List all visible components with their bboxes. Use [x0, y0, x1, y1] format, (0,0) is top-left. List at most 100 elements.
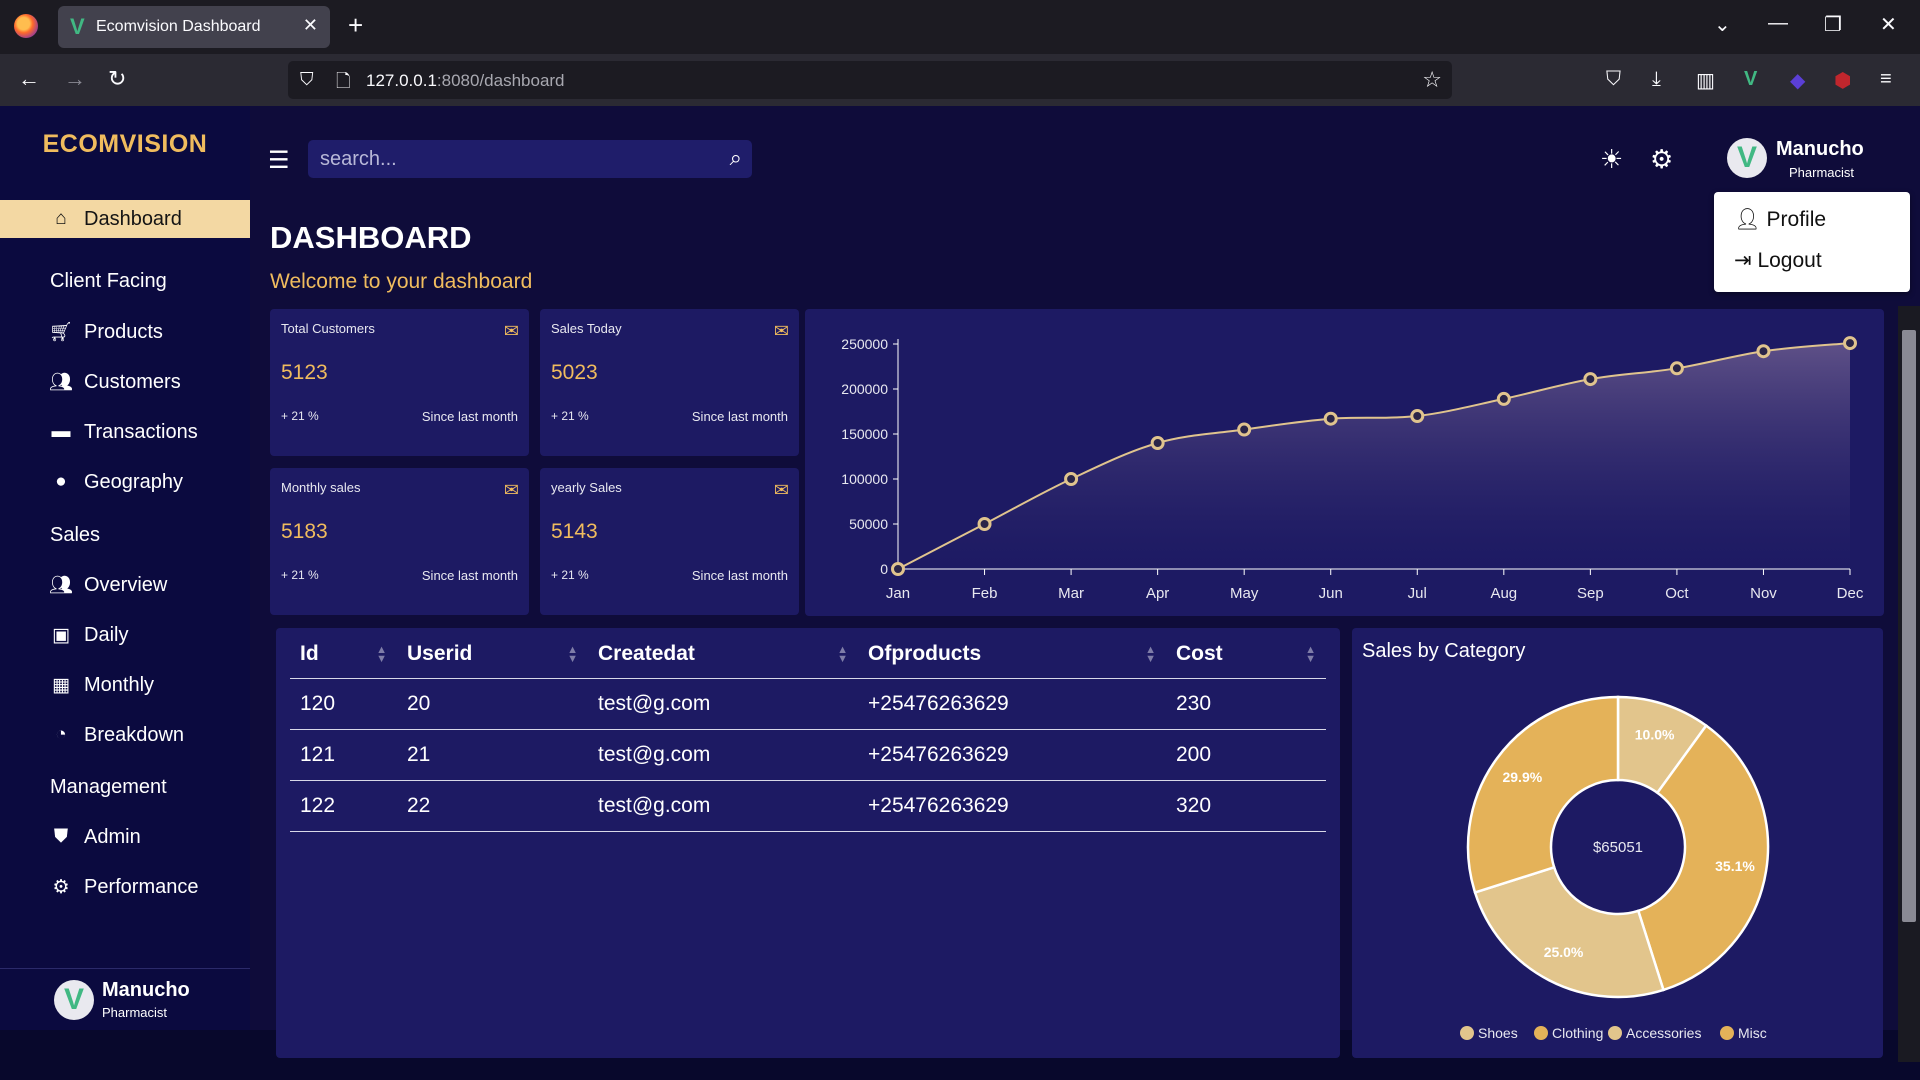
- tab-list-icon[interactable]: ⌄: [1714, 12, 1731, 37]
- sidebar-item-dashboard[interactable]: ⌂ Dashboard: [0, 200, 250, 238]
- stat-value: 5123: [281, 361, 328, 384]
- stat-label: Total Customers: [281, 321, 375, 336]
- menu-item-logout[interactable]: ⇥ Logout: [1734, 248, 1822, 273]
- legend-swatch: [1534, 1026, 1548, 1040]
- page-info-icon[interactable]: 🗋: [336, 69, 350, 99]
- avatar: V: [1727, 138, 1767, 178]
- tab-title: Ecomvision Dashboard: [96, 18, 261, 35]
- stat-since: Since last month: [691, 568, 788, 583]
- table-cell: 21: [397, 729, 588, 781]
- menu-item-profile[interactable]: 👤︎ Profile: [1734, 208, 1826, 232]
- sort-icon[interactable]: ▲ ▼: [1145, 645, 1156, 665]
- table-cell: 122: [290, 780, 397, 832]
- sidebar-item-performance[interactable]: ⚙ Performance: [0, 868, 250, 906]
- minimize-icon[interactable]: —: [1768, 12, 1788, 35]
- cart-icon: 🛒︎: [48, 322, 74, 343]
- table-cell: test@g.com: [588, 678, 858, 730]
- stat-change: + 21 %: [281, 568, 319, 582]
- app-menu-icon[interactable]: ≡: [1880, 68, 1892, 91]
- stat-label: yearly Sales: [551, 480, 622, 495]
- stat-card-sales-today: Sales Today ✉ 5023 + 21 % Since last mon…: [540, 309, 799, 456]
- table-cell: test@g.com: [588, 780, 858, 832]
- brand-logo[interactable]: ECOMVISION: [0, 130, 250, 159]
- sidebar-item-overview[interactable]: 👥︎ Overview: [0, 566, 250, 604]
- table-row[interactable]: 121 21 test@g.com +25476263629 200: [290, 729, 1326, 781]
- back-icon[interactable]: ←: [18, 66, 40, 92]
- table-row[interactable]: 122 22 test@g.com +25476263629 320: [290, 780, 1326, 832]
- sidebar-item-label: Geography: [84, 470, 183, 493]
- sidebar-item-products[interactable]: 🛒︎ Products: [0, 313, 250, 351]
- bookmark-star-icon[interactable]: ☆: [1422, 67, 1442, 93]
- sales-by-category-card: Sales by Category 10.0% 35.1% 25.0% 29.9% $6…: [1352, 628, 1883, 1058]
- sidebar-item-customers[interactable]: 👥︎ Customers: [0, 363, 250, 401]
- sort-icon[interactable]: ▲ ▼: [1305, 645, 1316, 665]
- restore-icon[interactable]: ❐: [1824, 12, 1842, 37]
- reload-icon[interactable]: ↻: [108, 66, 126, 92]
- chart-area-fill: [898, 343, 1850, 569]
- url-bar[interactable]: ⛉ 🗋 127.0.0.1:8080/dashboard ☆: [288, 61, 1452, 99]
- logout-icon: ⇥: [1734, 249, 1752, 272]
- new-tab-icon[interactable]: +: [348, 10, 363, 41]
- sort-icon[interactable]: ▲ ▼: [837, 645, 848, 665]
- legend-label: Accessories: [1626, 1025, 1701, 1041]
- users-icon: 👥︎: [48, 372, 74, 393]
- user-role: Pharmacist: [102, 1005, 168, 1020]
- library-icon[interactable]: ▥: [1696, 68, 1715, 93]
- vue-devtools-icon[interactable]: V: [1744, 68, 1757, 91]
- sidebar-user[interactable]: V Manucho Pharmacist: [0, 968, 250, 1030]
- firefox-icon[interactable]: [14, 14, 38, 38]
- transactions-table: Id ▲ ▼ Userid ▲ ▼ Createdat ▲ ▼ Ofproducts ▲ ▼ C…: [290, 630, 1326, 832]
- scrollbar-thumb[interactable]: [1902, 330, 1916, 922]
- browser-tab[interactable]: V Ecomvision Dashboard ✕: [58, 6, 330, 48]
- sidebar-item-admin[interactable]: ⛊ Admin: [0, 818, 250, 856]
- sales-line-chart-card: 0 50000 100000 150000 200000 250000 Jan Feb Mar A…: [805, 309, 1884, 616]
- sidebar-item-label: Daily: [84, 623, 129, 646]
- sort-icon[interactable]: ▲ ▼: [376, 645, 387, 665]
- extension-icon[interactable]: ◆: [1790, 68, 1805, 93]
- sidebar-item-label: Breakdown: [84, 723, 185, 746]
- pie-slice-label: 25.0%: [1544, 944, 1584, 960]
- person-icon: 👤︎: [1734, 208, 1761, 231]
- x-tick-label: Jun: [1319, 585, 1343, 602]
- sidebar-item-label: Monthly: [84, 673, 155, 696]
- x-tick-label: Oct: [1665, 585, 1689, 602]
- sidebar-item-breakdown[interactable]: ◔ Breakdown: [0, 716, 250, 754]
- close-tab-icon[interactable]: ✕: [303, 15, 318, 36]
- forward-icon[interactable]: →: [64, 66, 86, 92]
- data-point: [1150, 436, 1165, 450]
- sidebar-item-geography[interactable]: ● Geography: [0, 463, 250, 501]
- y-tick-label: 50000: [849, 516, 888, 532]
- url-text[interactable]: 127.0.0.1:8080/dashboard: [366, 71, 565, 91]
- sidebar-item-monthly[interactable]: ▦ Monthly: [0, 666, 250, 704]
- settings-gear-icon[interactable]: ⚙: [1650, 144, 1673, 175]
- search-input[interactable]: [320, 146, 700, 172]
- downloads-icon[interactable]: ⤓: [1652, 68, 1661, 91]
- tracking-shield-icon[interactable]: ⛉: [300, 69, 314, 90]
- table-cell: +25476263629: [858, 729, 1166, 781]
- browser-nav-bar: ← → ↻ ⛉ 🗋 127.0.0.1:8080/dashboard ☆ ⛉ ⤓…: [0, 54, 1920, 106]
- close-window-icon[interactable]: ✕: [1880, 12, 1897, 37]
- ublock-icon[interactable]: ⬢: [1834, 68, 1851, 93]
- sort-icon[interactable]: ▲ ▼: [567, 645, 578, 665]
- column-header-userid[interactable]: Userid ▲ ▼: [397, 630, 588, 679]
- page-title: DASHBOARD: [270, 220, 472, 255]
- legend-label: Clothing: [1552, 1025, 1603, 1041]
- theme-toggle-icon[interactable]: ☀: [1600, 144, 1623, 175]
- table-cell: 320: [1166, 780, 1326, 832]
- column-header-cost[interactable]: Cost ▲ ▼: [1166, 630, 1326, 679]
- table-row[interactable]: 120 20 test@g.com +25476263629 230: [290, 678, 1326, 730]
- sidebar-item-label: Transactions: [84, 420, 198, 443]
- x-tick-label: Feb: [972, 585, 998, 602]
- column-header-createdat[interactable]: Createdat ▲ ▼: [588, 630, 858, 679]
- column-header-ofproducts[interactable]: Ofproducts ▲ ▼: [858, 630, 1166, 679]
- legend-label: Shoes: [1478, 1025, 1518, 1041]
- sidebar-item-label: Admin: [84, 825, 141, 848]
- column-header-id[interactable]: Id ▲ ▼: [290, 630, 397, 679]
- sidebar-item-transactions[interactable]: ▬ Transactions: [0, 413, 250, 451]
- search-icon[interactable]: ⌕: [730, 145, 742, 171]
- hamburger-menu-icon[interactable]: ☰: [268, 146, 290, 175]
- y-tick-label: 200000: [841, 381, 888, 397]
- y-tick-label: 0: [880, 561, 888, 577]
- pocket-icon[interactable]: ⛉: [1606, 68, 1621, 91]
- sidebar-item-daily[interactable]: ▣ Daily: [0, 616, 250, 654]
